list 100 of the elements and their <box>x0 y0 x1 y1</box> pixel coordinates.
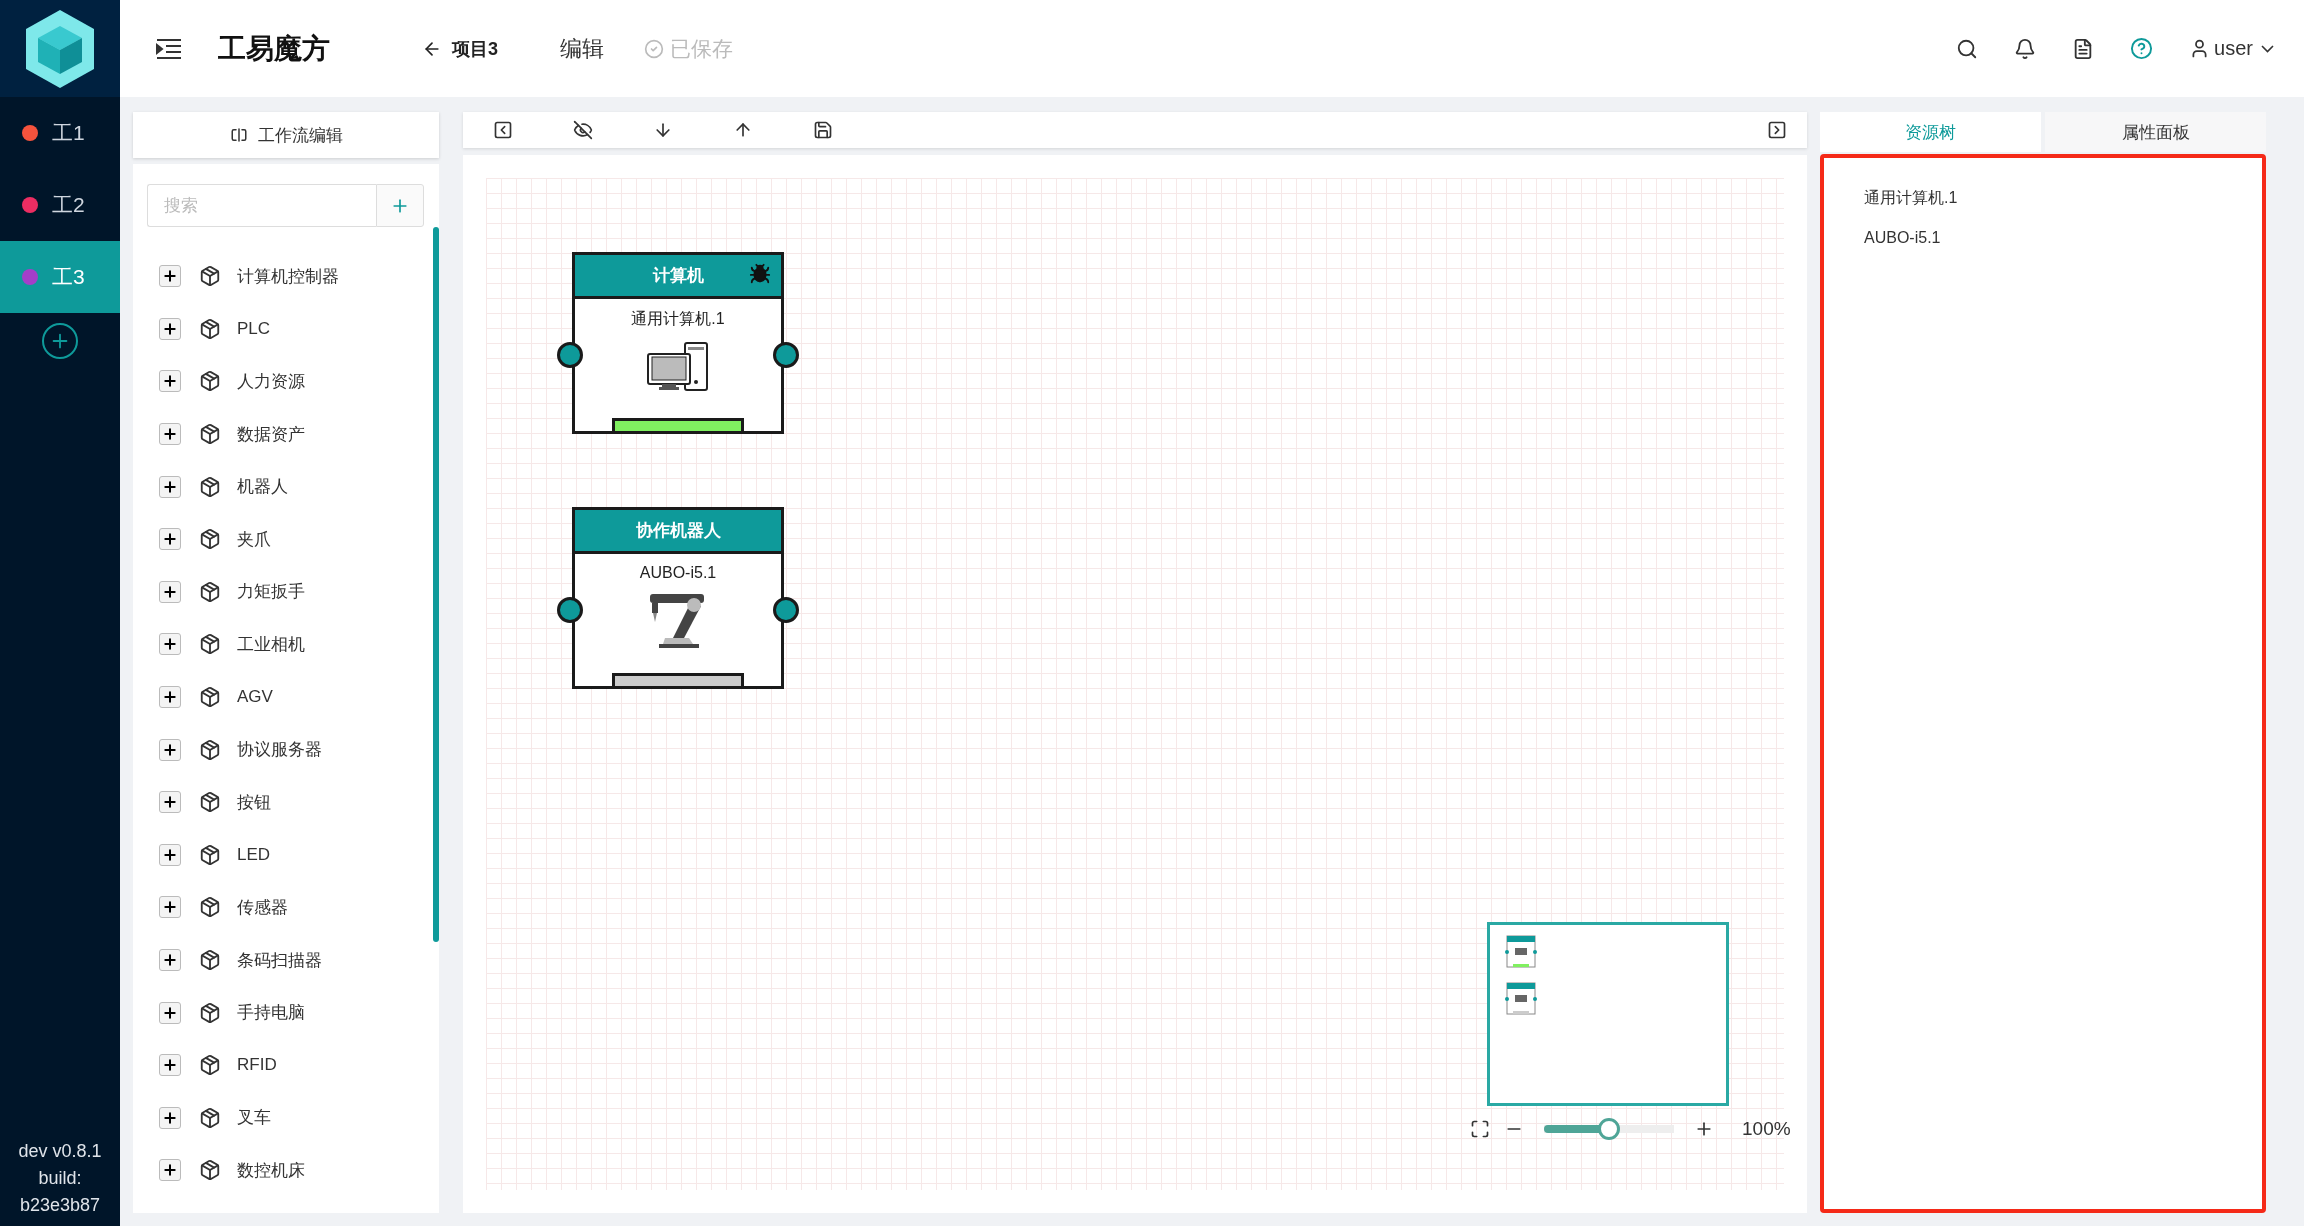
plus-icon <box>162 320 178 337</box>
plus-icon <box>162 741 178 758</box>
build-hash: b23e3b87 <box>19 1195 101 1216</box>
category-item[interactable]: RFID <box>237 1055 277 1076</box>
node-title: 计算机 <box>652 265 704 287</box>
save-status: 已保存 <box>670 35 733 62</box>
category-item[interactable]: 协议服务器 <box>237 738 322 762</box>
menu-icon[interactable] <box>156 37 182 60</box>
expand-button[interactable] <box>159 1001 181 1024</box>
category-item[interactable]: 夹爪 <box>237 527 271 551</box>
package-icon <box>199 370 221 393</box>
category-item[interactable]: 传感器 <box>237 895 288 919</box>
mode-label: 编辑 <box>560 34 604 63</box>
package-icon <box>199 791 221 814</box>
package-icon <box>199 843 221 866</box>
node-name: 通用计算机.1 <box>631 309 725 329</box>
category-item[interactable]: LED <box>237 844 271 865</box>
robot-arm-icon <box>649 592 707 648</box>
eye-off-icon[interactable] <box>573 120 593 140</box>
category-item[interactable]: 按钮 <box>237 790 271 814</box>
fit-view-icon[interactable] <box>1470 1119 1490 1139</box>
search-icon[interactable] <box>1956 37 1979 60</box>
package-icon <box>199 423 221 446</box>
save-icon[interactable] <box>813 120 833 140</box>
category-item[interactable]: 工业相机 <box>237 632 305 656</box>
package-icon <box>199 528 221 551</box>
expand-button[interactable] <box>159 580 181 603</box>
computer-icon <box>647 342 709 392</box>
slider-thumb[interactable] <box>1598 1118 1620 1140</box>
package-icon <box>199 265 221 288</box>
package-icon <box>199 738 221 761</box>
category-item[interactable]: 数据资产 <box>237 422 305 446</box>
category-item[interactable]: 机器人 <box>237 475 288 499</box>
expand-button[interactable] <box>159 528 181 551</box>
workflow-node[interactable]: 计算机 通用计算机.1 <box>572 252 784 434</box>
node-thumbnail-drawing <box>1504 982 1538 1016</box>
category-item[interactable]: 计算机控制器 <box>237 264 339 288</box>
category-item[interactable]: 力矩扳手 <box>237 580 305 604</box>
tree-item[interactable]: 通用计算机.1 <box>1864 188 2222 209</box>
workflow-node[interactable]: 协作机器人 AUBO-i5.1 <box>572 507 784 689</box>
build-label: build: <box>38 1168 82 1189</box>
expand-button[interactable] <box>159 423 181 446</box>
package-icon <box>199 1054 221 1077</box>
category-item[interactable]: 条码扫描器 <box>237 948 322 972</box>
scrollbar[interactable] <box>433 227 439 942</box>
package-icon <box>199 1159 221 1182</box>
port[interactable] <box>557 342 583 368</box>
bug-icon[interactable] <box>749 263 771 285</box>
check-circle-icon <box>644 38 664 59</box>
collapse-right-icon[interactable] <box>1767 120 1787 140</box>
panel-title: 工作流编辑 <box>257 124 343 147</box>
user-menu[interactable]: user <box>2189 37 2274 60</box>
node-name: AUBO-i5.1 <box>639 564 717 582</box>
package-icon <box>199 1001 221 1024</box>
bell-icon[interactable] <box>2014 37 2037 60</box>
expand-button[interactable] <box>159 1159 181 1182</box>
package-icon <box>199 317 221 340</box>
category-item[interactable]: 叉车 <box>237 1106 271 1130</box>
package-icon <box>199 686 221 709</box>
port[interactable] <box>773 597 799 623</box>
panel-tab[interactable]: 属性面板 <box>2045 112 2266 152</box>
node-title: 协作机器人 <box>635 520 721 542</box>
category-item[interactable]: 手持电脑 <box>237 1001 305 1025</box>
panel-tab[interactable]: 资源树 <box>1820 112 2041 152</box>
category-item[interactable]: 人力资源 <box>237 370 305 393</box>
back-link[interactable]: 项目3 <box>422 36 498 61</box>
category-item[interactable]: 数控机床 <box>237 1158 305 1182</box>
package-icon <box>199 1106 221 1129</box>
help-icon[interactable] <box>2130 37 2154 60</box>
category-item[interactable]: PLC <box>237 318 271 339</box>
workspace-tab[interactable]: 工2 <box>0 169 120 241</box>
package-icon <box>199 580 221 603</box>
chevron-down-icon <box>2261 44 2274 53</box>
port[interactable] <box>773 342 799 368</box>
expand-button[interactable] <box>159 791 181 814</box>
expand-button[interactable] <box>159 1054 181 1077</box>
expand-button[interactable] <box>159 1106 181 1129</box>
expand-button[interactable] <box>159 843 181 866</box>
version-text: dev v0.8.1 <box>18 1141 102 1162</box>
expand-button[interactable] <box>159 738 181 761</box>
add-workspace-button[interactable] <box>42 323 78 359</box>
search-field[interactable]: 搜索 <box>147 184 376 227</box>
workspace-tab[interactable]: 工1 <box>0 97 120 169</box>
expand-button[interactable] <box>159 370 181 393</box>
expand-button[interactable] <box>159 896 181 919</box>
expand-button[interactable] <box>159 686 181 709</box>
expand-button[interactable] <box>159 265 181 288</box>
expand-button[interactable] <box>159 317 181 340</box>
collapse-left-icon[interactable] <box>493 120 513 140</box>
zoom-reading: 100% <box>1742 1118 1791 1140</box>
category-item[interactable]: AGV <box>237 687 273 708</box>
plus-icon <box>162 1109 178 1126</box>
plus-icon <box>162 846 178 863</box>
port[interactable] <box>557 597 583 623</box>
expand-button[interactable] <box>159 475 181 498</box>
tree-item[interactable]: AUBO-i5.1 <box>1864 229 2222 247</box>
package-icon <box>199 949 221 971</box>
expand-button[interactable] <box>159 633 181 656</box>
expand-button[interactable] <box>159 949 181 971</box>
plus-icon <box>162 1004 178 1021</box>
